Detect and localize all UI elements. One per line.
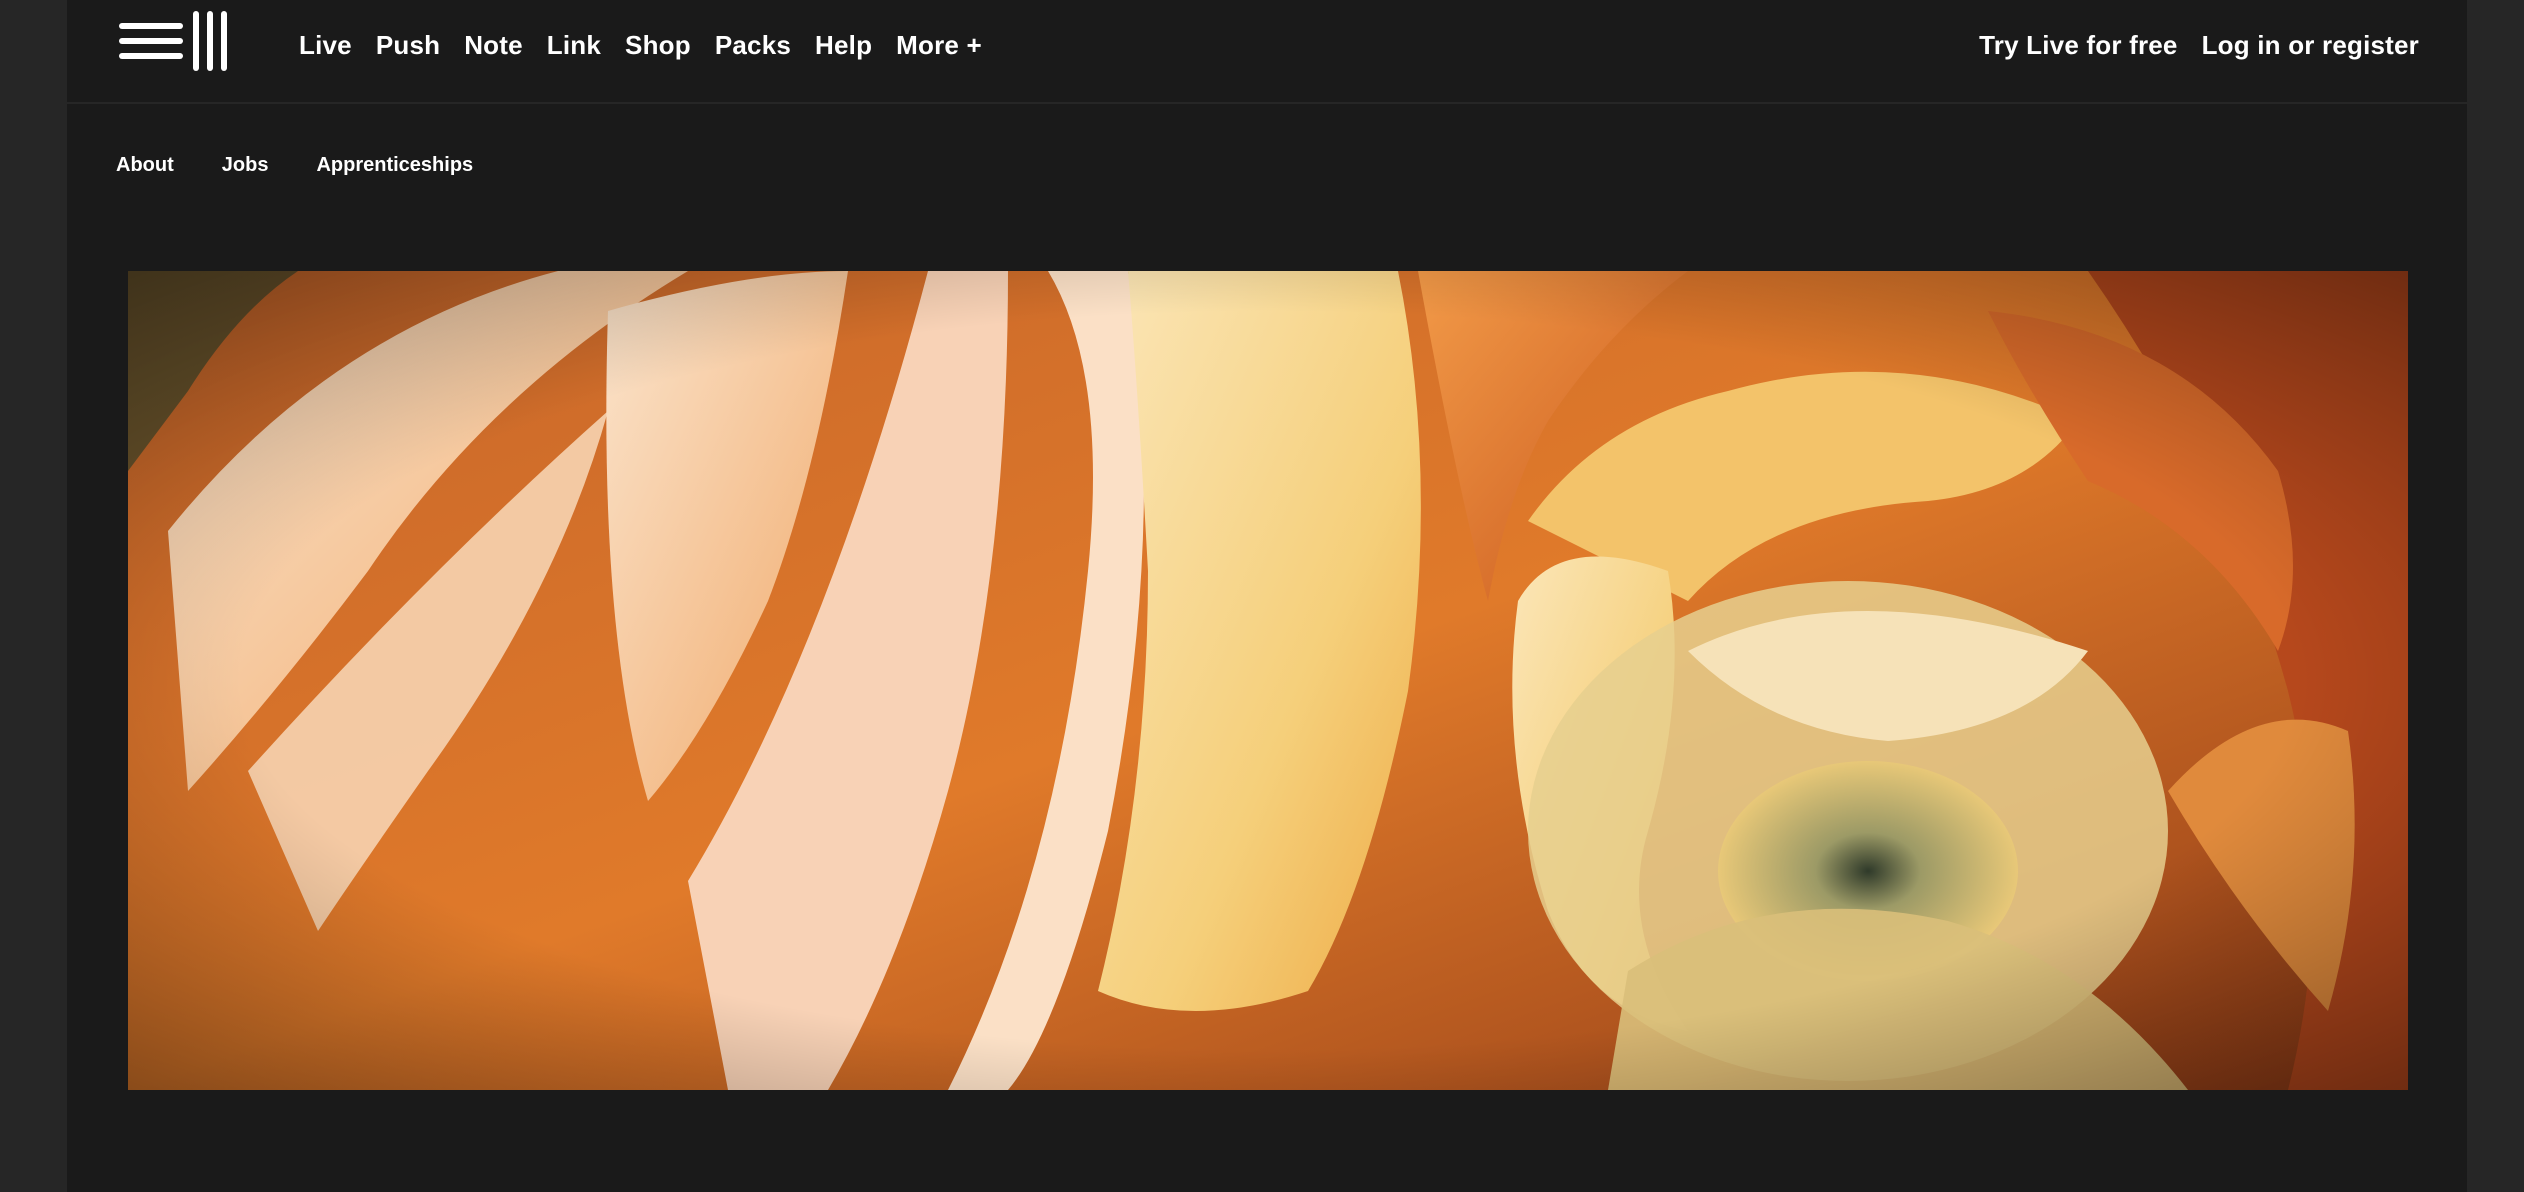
nav-shop[interactable]: Shop xyxy=(625,30,691,61)
nav-link[interactable]: Link xyxy=(547,30,601,61)
login-register-link[interactable]: Log in or register xyxy=(2202,30,2419,61)
subnav-about[interactable]: About xyxy=(116,154,174,177)
hero-image xyxy=(128,271,2408,1090)
nav-more[interactable]: More + xyxy=(896,30,982,61)
ableton-logo-icon[interactable] xyxy=(119,9,233,73)
subnav-jobs[interactable]: Jobs xyxy=(222,154,269,177)
nav-note[interactable]: Note xyxy=(464,30,523,61)
account-nav: Try Live for free Log in or register xyxy=(1979,0,2419,90)
nav-help[interactable]: Help xyxy=(815,30,872,61)
flower-illustration xyxy=(128,271,2408,1090)
top-bar: Live Push Note Link Shop Packs Help More… xyxy=(67,0,2467,104)
main-nav: Live Push Note Link Shop Packs Help More… xyxy=(299,0,982,90)
try-live-link[interactable]: Try Live for free xyxy=(1979,30,2177,61)
nav-push[interactable]: Push xyxy=(376,30,440,61)
page: Live Push Note Link Shop Packs Help More… xyxy=(67,0,2467,1192)
nav-live[interactable]: Live xyxy=(299,30,352,61)
nav-packs[interactable]: Packs xyxy=(715,30,791,61)
subnav-apprenticeships[interactable]: Apprenticeships xyxy=(316,154,473,177)
logo-mark xyxy=(119,11,227,71)
sub-nav: About Jobs Apprenticeships xyxy=(116,140,473,190)
